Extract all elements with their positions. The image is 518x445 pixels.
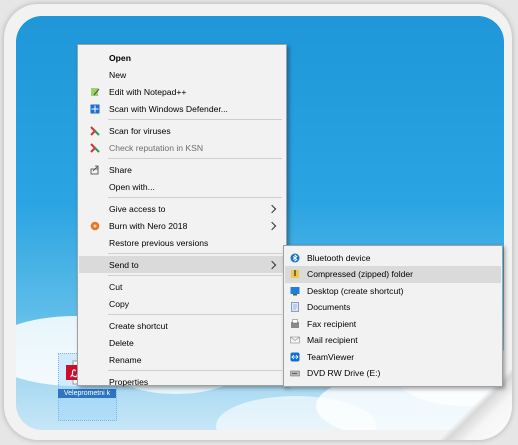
menu-separator — [108, 253, 282, 254]
menu-item-label: Cut — [109, 281, 123, 292]
menu-item-scan-for-viruses[interactable]: Scan for viruses — [79, 122, 285, 139]
menu-item-label: Properties — [109, 376, 149, 387]
bluetooth-icon — [290, 253, 300, 263]
documents-icon — [290, 302, 300, 312]
send-to-item-desktop-create-shortcut[interactable]: Desktop (create shortcut) — [285, 282, 501, 299]
send-to-item-mail-recipient[interactable]: Mail recipient — [285, 332, 501, 349]
kaspersky-icon — [90, 142, 100, 153]
file-name-label: Veleprometni k — [58, 389, 116, 398]
menu-item-label: Open — [109, 52, 131, 63]
zip-folder-icon — [290, 269, 300, 279]
send-to-item-compressed-zipped-folder[interactable]: Compressed (zipped) folder — [285, 265, 501, 283]
send-to-item-dvd-rw-drive-e[interactable]: DVD RW Drive (E:) — [285, 365, 501, 382]
menu-item-label: Documents — [307, 302, 351, 312]
menu-item-scan-with-windows-defender[interactable]: Scan with Windows Defender... — [79, 100, 285, 117]
menu-item-label: Edit with Notepad++ — [109, 86, 187, 97]
menu-item-cut[interactable]: Cut — [79, 278, 285, 295]
menu-item-open[interactable]: Open — [79, 49, 285, 66]
menu-item-rename[interactable]: Rename — [79, 351, 285, 368]
menu-item-label: Check reputation in KSN — [109, 142, 204, 153]
menu-item-create-shortcut[interactable]: Create shortcut — [79, 317, 285, 334]
menu-item-label: Delete — [109, 337, 134, 348]
menu-item-open-with[interactable]: Open with... — [79, 178, 285, 195]
desktop-icon — [290, 286, 300, 296]
menu-item-label: Share — [109, 164, 132, 175]
menu-separator — [108, 370, 282, 371]
menu-item-label: Give access to — [109, 203, 166, 214]
menu-separator — [108, 314, 282, 315]
menu-separator — [108, 275, 282, 276]
teamviewer-icon — [290, 352, 300, 362]
context-menu: Open New Edit with Notepad++ Scan with Wind… — [77, 44, 287, 387]
notepadpp-icon — [90, 87, 100, 97]
menu-item-label: Bluetooth device — [307, 252, 371, 263]
menu-item-label: DVD RW Drive (E:) — [307, 368, 381, 378]
menu-item-label: Restore previous versions — [109, 237, 209, 248]
send-to-item-fax-recipient[interactable]: Fax recipient — [285, 315, 501, 332]
menu-item-label: Burn with Nero 2018 — [109, 220, 188, 231]
windows-defender-icon — [90, 104, 100, 114]
menu-item-new[interactable]: New — [79, 66, 285, 83]
send-to-item-documents[interactable]: Documents — [285, 299, 501, 316]
fax-icon — [290, 318, 300, 329]
send-to-submenu: Bluetooth device Compressed (zipped) fold… — [283, 245, 503, 387]
send-to-item-teamviewer[interactable]: TeamViewer — [285, 348, 501, 365]
menu-item-label: Desktop (create shortcut) — [307, 285, 404, 296]
chevron-right-icon — [267, 221, 277, 230]
menu-separator — [108, 158, 282, 159]
menu-separator — [108, 197, 282, 198]
menu-item-burn-with-nero-2018[interactable]: Burn with Nero 2018 — [79, 217, 285, 234]
menu-item-label: Fax recipient — [307, 318, 357, 329]
send-to-item-bluetooth-device[interactable]: Bluetooth device — [285, 249, 501, 266]
menu-item-properties[interactable]: Properties — [79, 373, 285, 390]
nero-icon — [90, 221, 100, 231]
menu-item-label: Open with... — [109, 181, 155, 192]
menu-item-copy[interactable]: Copy — [79, 295, 285, 312]
menu-item-label: Compressed (zipped) folder — [307, 269, 414, 279]
share-icon — [90, 165, 100, 175]
menu-item-check-reputation-in-ksn[interactable]: Check reputation in KSN — [79, 139, 285, 156]
menu-separator — [108, 119, 282, 120]
menu-item-label: TeamViewer — [307, 351, 355, 362]
menu-item-label: Create shortcut — [109, 320, 168, 331]
menu-item-label: Rename — [109, 354, 142, 365]
menu-item-restore-previous-versions[interactable]: Restore previous versions — [79, 234, 285, 251]
dvd-drive-icon — [290, 368, 300, 378]
kaspersky-icon — [90, 125, 100, 136]
menu-item-label: Send to — [109, 259, 139, 270]
chevron-right-icon — [267, 204, 277, 213]
menu-item-send-to[interactable]: Send to — [79, 256, 285, 273]
menu-item-label: New — [109, 69, 127, 80]
menu-item-share[interactable]: Share — [79, 161, 285, 178]
menu-item-edit-with-notepad[interactable]: Edit with Notepad++ — [79, 83, 285, 100]
menu-item-label: Scan with Windows Defender... — [109, 103, 228, 114]
menu-item-label: Mail recipient — [307, 335, 358, 345]
chevron-right-icon — [267, 260, 277, 269]
menu-item-give-access-to[interactable]: Give access to — [79, 200, 285, 217]
menu-item-delete[interactable]: Delete — [79, 334, 285, 351]
menu-item-label: Scan for viruses — [109, 125, 171, 136]
mail-icon — [290, 335, 300, 345]
menu-item-label: Copy — [109, 298, 130, 309]
